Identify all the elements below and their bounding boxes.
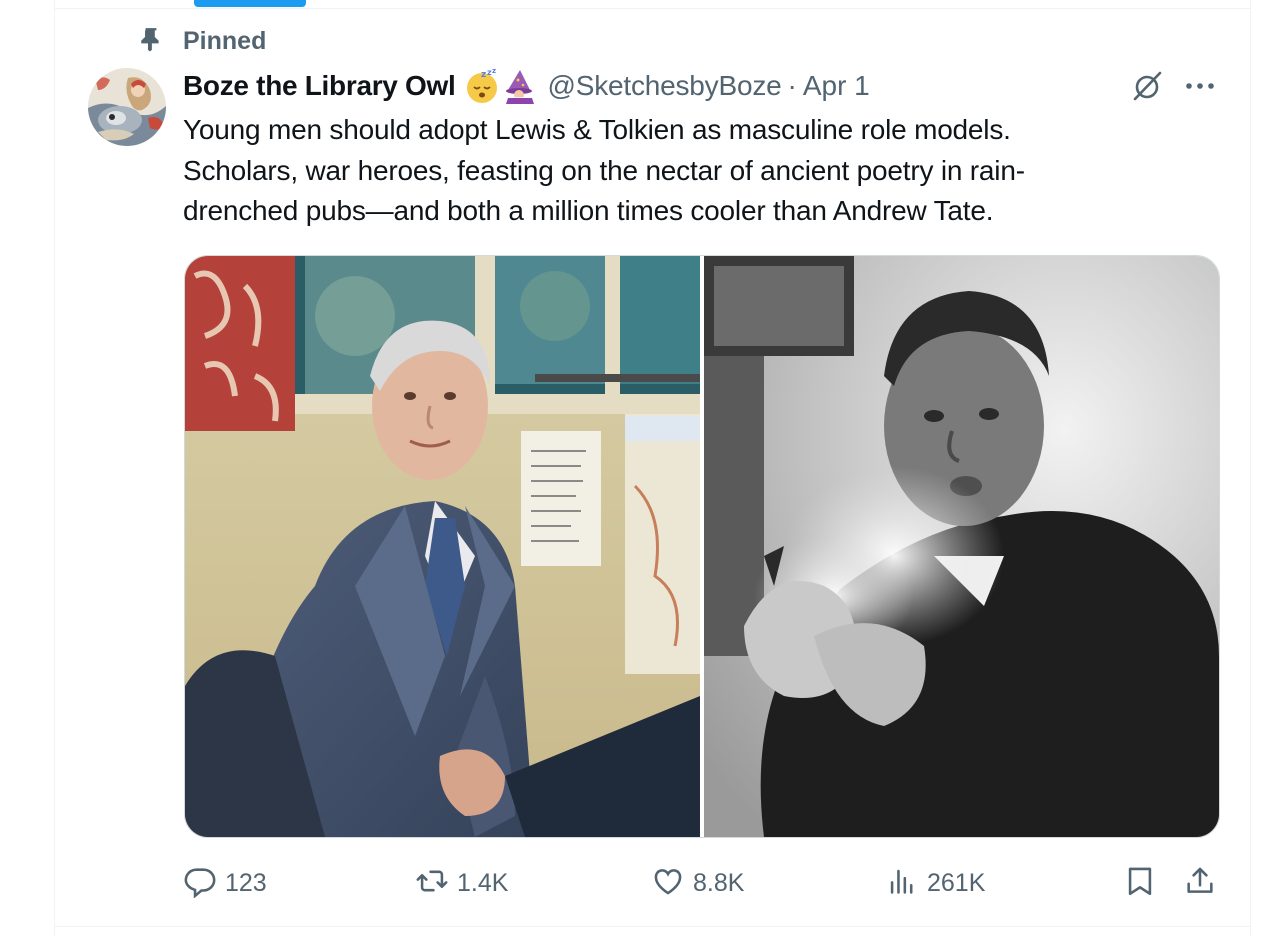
tweet-text-line: drenched pubs—and both a million times c… bbox=[183, 195, 994, 226]
grok-icon bbox=[1130, 69, 1164, 108]
reply-button[interactable]: 123 bbox=[183, 860, 267, 906]
author-handle[interactable]: @SketchesbyBoze bbox=[548, 70, 782, 102]
pinned-context: Pinned bbox=[138, 25, 266, 58]
avatar[interactable] bbox=[88, 68, 166, 146]
header-separator: · bbox=[787, 70, 797, 101]
more-button[interactable] bbox=[1180, 72, 1220, 102]
tweet-date[interactable]: Apr 1 bbox=[803, 70, 870, 102]
like-icon bbox=[651, 864, 685, 903]
bookmark-button[interactable] bbox=[1123, 860, 1157, 906]
pin-icon bbox=[138, 25, 164, 58]
views-count: 261K bbox=[927, 868, 986, 897]
share-button[interactable] bbox=[1183, 860, 1217, 906]
share-icon bbox=[1183, 864, 1217, 903]
grok-button[interactable] bbox=[1128, 70, 1166, 106]
svg-text:z: z bbox=[481, 70, 486, 80]
sleeping-face-emoji: z z z bbox=[464, 68, 500, 104]
tweet-text: Young men should adopt Lewis & Tolkien a… bbox=[183, 110, 1183, 232]
like-count: 8.8K bbox=[693, 868, 745, 897]
tolkien-photo[interactable] bbox=[185, 256, 700, 837]
like-button[interactable]: 8.8K bbox=[651, 860, 744, 906]
tweet-actions: 123 1.4K 8.8K 261K bbox=[183, 860, 1223, 906]
active-tab-indicator bbox=[194, 0, 306, 7]
bookmark-icon bbox=[1123, 864, 1157, 903]
bottom-divider bbox=[54, 926, 1251, 927]
tweet-media bbox=[184, 255, 1220, 838]
tweet-text-line: Scholars, war heroes, feasting on the ne… bbox=[183, 154, 1025, 186]
repost-count: 1.4K bbox=[457, 868, 509, 897]
reply-count: 123 bbox=[225, 868, 267, 897]
author-display-name[interactable]: Boze the Library Owl bbox=[183, 70, 456, 102]
views-icon bbox=[885, 864, 919, 903]
pinned-label: Pinned bbox=[183, 27, 267, 55]
svg-text:z: z bbox=[492, 68, 496, 75]
timeline-right-border bbox=[1250, 0, 1251, 936]
tweet-header: Boze the Library Owl z z z @SketchesbyBo… bbox=[183, 66, 870, 106]
reply-icon bbox=[183, 864, 217, 903]
repost-button[interactable]: 1.4K bbox=[415, 860, 508, 906]
more-icon bbox=[1184, 78, 1216, 96]
repost-icon bbox=[415, 864, 449, 903]
lewis-photo[interactable] bbox=[704, 256, 1219, 837]
views-button[interactable]: 261K bbox=[885, 860, 985, 906]
mage-emoji bbox=[502, 68, 538, 104]
timeline-left-border bbox=[54, 0, 55, 936]
tweet-text-line: Young men should adopt Lewis & Tolkien a… bbox=[183, 114, 1011, 145]
top-divider bbox=[54, 8, 1251, 9]
